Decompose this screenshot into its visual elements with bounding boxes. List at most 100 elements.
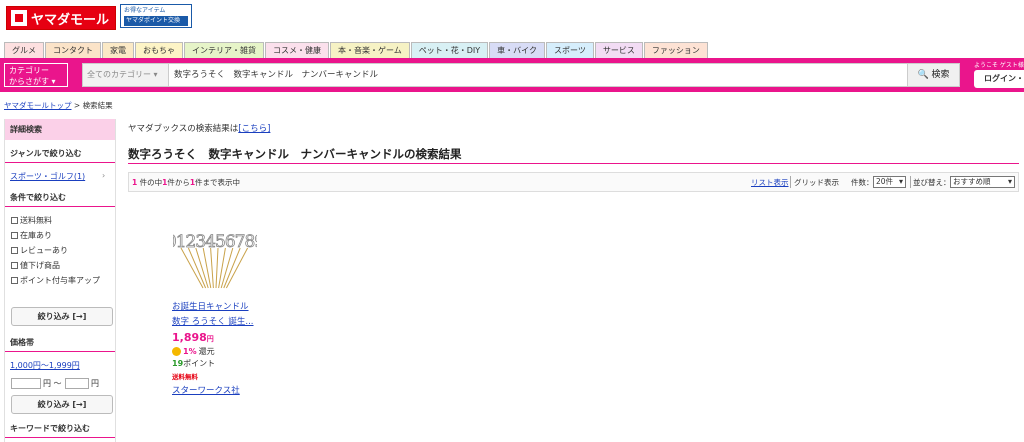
logo-mark-icon [11, 10, 27, 26]
tab-category[interactable]: 家電 [102, 42, 134, 58]
checkbox[interactable] [11, 262, 18, 269]
genre-heading: ジャンルで絞り込む [5, 148, 115, 163]
point-exchange-badge[interactable]: お得なアイテム ヤマダポイント交換 [120, 4, 192, 28]
count-select[interactable]: 20件 [873, 176, 906, 188]
refine-button[interactable]: 絞り込み [→] [11, 307, 113, 326]
breadcrumb-home[interactable]: ヤマダモールトップ [4, 101, 72, 110]
product-name-line2[interactable]: 数字 ろうそく 誕生... [172, 315, 254, 327]
refine-price-button[interactable]: 絞り込み [→] [11, 395, 113, 414]
candle-stick [218, 247, 226, 289]
category-tabs: グルメ コンタクト 家電 おもちゃ インテリア・雑貨 コスメ・健康 本・音楽・ゲーム ペット・… [4, 42, 708, 58]
shop-link[interactable]: スターワークス社 [172, 384, 240, 396]
candle-digits: 0123456789 [173, 232, 257, 252]
candle-stick [225, 247, 249, 289]
price-range-link[interactable]: 1,000円〜1,999円 [10, 360, 80, 371]
checkbox-label: 値下げ商品 [20, 261, 60, 270]
breadcrumb: ヤマダモールトップ > 検索結果 [4, 100, 113, 111]
search-input[interactable]: 数字ろうそく 数字キャンドル ナンバーキャンドル [174, 64, 904, 86]
category-browse-button[interactable]: カテゴリー からさがす ▾ [4, 63, 68, 87]
candle-stick [187, 247, 207, 289]
welcome-text: ようこそ ゲスト様 [974, 62, 1024, 69]
points-value: 19 [172, 359, 184, 368]
candle-stick [223, 247, 241, 289]
tab-category[interactable]: グルメ [4, 42, 44, 58]
sidebar: 詳細検索 ジャンルで絞り込む スポーツ・ゴルフ(1) › 条件で絞り込む 送料無… [4, 119, 116, 442]
tab-category[interactable]: インテリア・雑貨 [184, 42, 264, 58]
keyword-heading: キーワードで絞り込む [5, 423, 115, 438]
checkbox[interactable] [11, 247, 18, 254]
free-shipping-badge: 送料無料 [172, 373, 198, 381]
cashback: 1% 還元 [172, 346, 215, 357]
logo[interactable]: ヤマダモール [6, 6, 116, 30]
grid-view-label: グリッド表示 [794, 178, 839, 187]
tab-category[interactable]: おもちゃ [135, 42, 183, 58]
candle-stick [215, 247, 219, 289]
logo-text: ヤマダモール [31, 12, 110, 28]
search-icon: 🔍 [917, 70, 929, 80]
price-max-input[interactable] [65, 378, 89, 389]
notice-text: ヤマダブックスの検索結果は [128, 124, 239, 134]
filter-point-up[interactable]: ポイント付与率アップ [11, 275, 115, 286]
filter-price-down[interactable]: 値下げ商品 [11, 260, 115, 271]
points: 19ポイント [172, 358, 215, 369]
candle-stick [220, 247, 234, 289]
badge-line2: ヤマダポイント交換 [124, 16, 188, 26]
page-title: 数字ろうそく 数字キャンドル ナンバーキャンドルの検索結果 [128, 147, 462, 161]
category-select-value: 全てのカテゴリー [87, 70, 151, 79]
checkbox[interactable] [11, 277, 18, 284]
tab-category[interactable]: ペット・花・DIY [410, 42, 489, 58]
breadcrumb-current: 検索結果 [82, 101, 113, 110]
sort-label: 並び替え： [913, 178, 951, 187]
tab-category[interactable]: ファッション [643, 42, 708, 58]
tab-category[interactable]: 本・音楽・ゲーム [330, 42, 410, 58]
books-notice: ヤマダブックスの検索結果は[こちら] [128, 122, 270, 134]
chevron-right-icon: › [102, 171, 106, 180]
genre-link[interactable]: スポーツ・ゴルフ(1) [10, 171, 85, 182]
result-count: 1 件の中1件から1件まで表示中 [132, 178, 241, 187]
tab-category[interactable]: サービス [594, 42, 643, 58]
category-select[interactable]: 全てのカテゴリー ▾ [83, 64, 169, 86]
cashback-rate: 1% [183, 347, 197, 356]
product-price: 1,898円 [172, 331, 214, 344]
search-button-label: 検索 [931, 70, 950, 80]
checkbox-label: レビューあり [20, 246, 68, 255]
candle-stick [210, 247, 214, 289]
chevron-down-icon: ▾ [153, 70, 158, 79]
list-view-link[interactable]: リスト表示 [751, 177, 789, 188]
filter-in-stock[interactable]: 在庫あり [11, 230, 115, 241]
coin-icon [172, 347, 181, 356]
login-button[interactable]: ログイン・会員登録 [974, 70, 1024, 88]
sidebar-title: 詳細検索 [5, 119, 115, 140]
title-divider [128, 163, 1019, 164]
tab-category[interactable]: コスメ・健康 [265, 42, 329, 58]
divider [790, 176, 791, 188]
filter-has-review[interactable]: レビューあり [11, 245, 115, 256]
tab-category[interactable]: コンタクト [45, 42, 101, 58]
tab-category[interactable]: スポーツ [546, 42, 594, 58]
candle-stick [195, 247, 209, 289]
checkbox[interactable] [11, 232, 18, 239]
sort-select[interactable]: おすすめ順 [950, 176, 1015, 188]
books-link[interactable]: [こちら] [238, 124, 270, 134]
checkbox-label: 在庫あり [20, 231, 52, 240]
candle-stick [180, 247, 204, 289]
candles-image: 0123456789 [166, 232, 266, 289]
points-label: ポイント [183, 359, 216, 368]
count-label: 件数： [851, 178, 874, 187]
price-unit: 円 [206, 335, 214, 343]
filter-free-shipping[interactable]: 送料無料 [11, 215, 115, 226]
search-button[interactable]: 🔍 検索 [907, 63, 960, 87]
cashback-label: 還元 [198, 347, 215, 356]
product-image[interactable]: 0123456789 [166, 220, 266, 290]
price-to-unit: 円 [91, 379, 99, 388]
checkbox[interactable] [11, 217, 18, 224]
price-from-unit: 円 〜 [43, 379, 62, 388]
badge-line1: お得なアイテム [124, 7, 166, 14]
divider [910, 176, 911, 188]
checkbox-label: ポイント付与率アップ [20, 276, 100, 285]
breadcrumb-separator: > [73, 101, 81, 110]
candle-stick [202, 247, 212, 289]
tab-category[interactable]: 車・バイク [489, 42, 546, 58]
price-min-input[interactable] [11, 378, 41, 389]
product-name-line1[interactable]: お誕生日キャンドル [172, 300, 249, 312]
